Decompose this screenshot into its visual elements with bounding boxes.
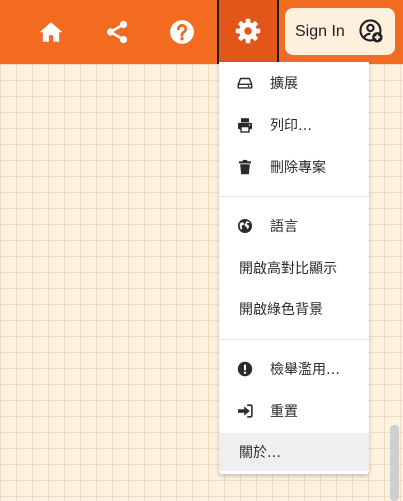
share-icon (106, 20, 128, 44)
top-toolbar: Sign In (0, 0, 403, 64)
menu-item-extensions[interactable]: 擴展 (219, 64, 369, 102)
menu-separator (219, 196, 369, 197)
help-icon (170, 20, 194, 44)
menu-item-label: 擴展 (270, 76, 298, 92)
menu-item-label: 開啟高對比顯示 (239, 261, 337, 277)
menu-item-high-contrast[interactable]: 開啟高對比顯示 (219, 249, 369, 287)
menu-item-label: 列印… (270, 118, 312, 134)
sign-in-label: Sign In (295, 22, 345, 40)
trash-icon (237, 159, 253, 175)
menu-item-language[interactable]: 語言 (219, 207, 369, 245)
menu-item-label: 檢舉濫用… (270, 362, 340, 378)
menu-item-about[interactable]: 關於… (219, 433, 369, 471)
globe-icon (237, 218, 253, 234)
sign-out-icon (237, 403, 253, 419)
menu-item-label: 刪除專案 (270, 160, 326, 176)
menu-item-reset[interactable]: 重置 (219, 392, 369, 430)
menu-item-report-abuse[interactable]: 檢舉濫用… (219, 350, 369, 388)
home-icon (39, 22, 63, 42)
menu-item-label: 重置 (270, 404, 298, 420)
settings-button[interactable] (217, 0, 279, 64)
drive-icon (237, 75, 253, 91)
sign-in-button[interactable]: Sign In (285, 8, 395, 55)
alert-icon (237, 361, 253, 377)
menu-item-label: 開啟綠色背景 (239, 302, 323, 318)
menu-item-label: 關於… (239, 445, 281, 461)
menu-item-green-background[interactable]: 開啟綠色背景 (219, 290, 369, 328)
scrollbar-thumb[interactable] (390, 425, 399, 501)
account-add-icon (359, 19, 384, 44)
share-button[interactable] (99, 14, 135, 50)
menu-item-label: 語言 (270, 219, 298, 235)
settings-menu: 擴展 列印… 刪除專案 語言 開啟高對比顯示 開啟綠色背景 檢舉濫用… 重置 關… (219, 62, 369, 474)
home-button[interactable] (33, 14, 69, 50)
gear-icon (235, 18, 261, 44)
menu-item-print[interactable]: 列印… (219, 106, 369, 144)
menu-separator (219, 339, 369, 340)
help-button[interactable] (164, 14, 200, 50)
menu-item-delete-project[interactable]: 刪除專案 (219, 148, 369, 186)
print-icon (237, 117, 253, 133)
